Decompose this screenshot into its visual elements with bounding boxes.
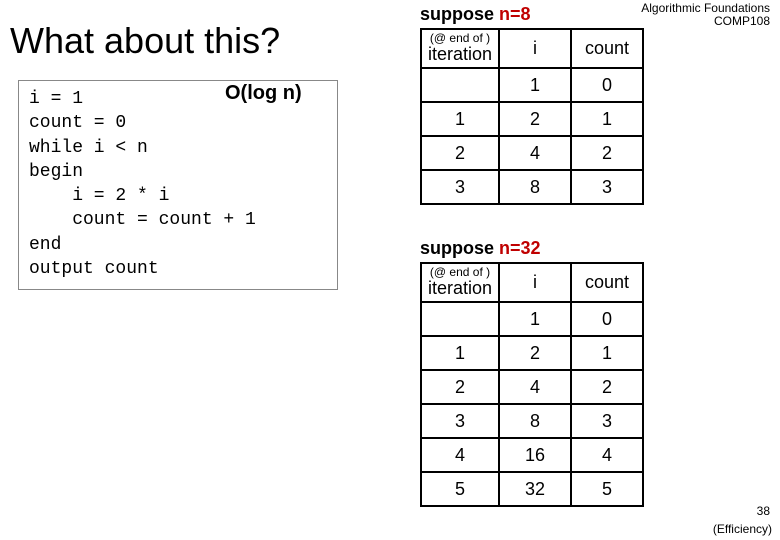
- footer-label: (Efficiency): [713, 522, 772, 536]
- iteration-label: iteration: [428, 44, 492, 64]
- cell-iter: [421, 68, 499, 102]
- n-value-8: n=8: [499, 4, 531, 24]
- table-row: 121: [421, 102, 643, 136]
- cell-count: 2: [571, 370, 643, 404]
- slide-number: 38: [757, 504, 770, 518]
- course-header: Algorithmic Foundations COMP108: [641, 2, 770, 28]
- cell-count: 5: [571, 472, 643, 506]
- iteration-label: iteration: [428, 278, 492, 298]
- trace-table-n32: (@ end of ) iteration i count 1012124238…: [420, 262, 644, 507]
- slide-title: What about this?: [10, 20, 280, 62]
- suppose-n32: suppose n=32: [420, 238, 541, 259]
- col-iteration: (@ end of ) iteration: [421, 263, 499, 302]
- cell-iter: 1: [421, 336, 499, 370]
- cell-count: 1: [571, 102, 643, 136]
- cell-iter: 2: [421, 136, 499, 170]
- trace-body-n8: 10121242383: [421, 68, 643, 204]
- endof-label: (@ end of ): [428, 266, 492, 278]
- cell-i: 4: [499, 136, 571, 170]
- cell-i: 8: [499, 170, 571, 204]
- col-iteration: (@ end of ) iteration: [421, 29, 499, 68]
- cell-iter: 2: [421, 370, 499, 404]
- table-row: 10: [421, 302, 643, 336]
- cell-count: 1: [571, 336, 643, 370]
- endof-label: (@ end of ): [428, 32, 492, 44]
- table-row: 4164: [421, 438, 643, 472]
- suppose-prefix: suppose: [420, 4, 499, 24]
- code-box: i = 1 count = 0 while i < n begin i = 2 …: [18, 80, 338, 290]
- cell-count: 2: [571, 136, 643, 170]
- cell-iter: 4: [421, 438, 499, 472]
- course-code: COMP108: [641, 15, 770, 28]
- table-row: 383: [421, 404, 643, 438]
- cell-iter: 5: [421, 472, 499, 506]
- trace-table-n8: (@ end of ) iteration i count 1012124238…: [420, 28, 644, 205]
- col-i: i: [499, 29, 571, 68]
- cell-i: 4: [499, 370, 571, 404]
- code-listing: i = 1 count = 0 while i < n begin i = 2 …: [29, 87, 327, 281]
- cell-iter: 3: [421, 404, 499, 438]
- cell-i: 2: [499, 102, 571, 136]
- cell-count: 0: [571, 302, 643, 336]
- suppose-prefix: suppose: [420, 238, 499, 258]
- cell-count: 3: [571, 170, 643, 204]
- table-row: 121: [421, 336, 643, 370]
- cell-i: 16: [499, 438, 571, 472]
- cell-i: 32: [499, 472, 571, 506]
- course-name: Algorithmic Foundations: [641, 1, 770, 15]
- cell-count: 3: [571, 404, 643, 438]
- cell-count: 0: [571, 68, 643, 102]
- complexity-label: O(log n): [225, 82, 302, 105]
- table-row: 242: [421, 370, 643, 404]
- cell-i: 1: [499, 68, 571, 102]
- col-count: count: [571, 263, 643, 302]
- col-i: i: [499, 263, 571, 302]
- trace-body-n32: 1012124238341645325: [421, 302, 643, 506]
- cell-iter: 3: [421, 170, 499, 204]
- n-value-32: n=32: [499, 238, 541, 258]
- cell-i: 2: [499, 336, 571, 370]
- cell-i: 8: [499, 404, 571, 438]
- suppose-n8: suppose n=8: [420, 4, 531, 25]
- table-row: 10: [421, 68, 643, 102]
- table-row: 383: [421, 170, 643, 204]
- cell-iter: [421, 302, 499, 336]
- cell-count: 4: [571, 438, 643, 472]
- table-row: 5325: [421, 472, 643, 506]
- cell-iter: 1: [421, 102, 499, 136]
- cell-i: 1: [499, 302, 571, 336]
- col-count: count: [571, 29, 643, 68]
- table-row: 242: [421, 136, 643, 170]
